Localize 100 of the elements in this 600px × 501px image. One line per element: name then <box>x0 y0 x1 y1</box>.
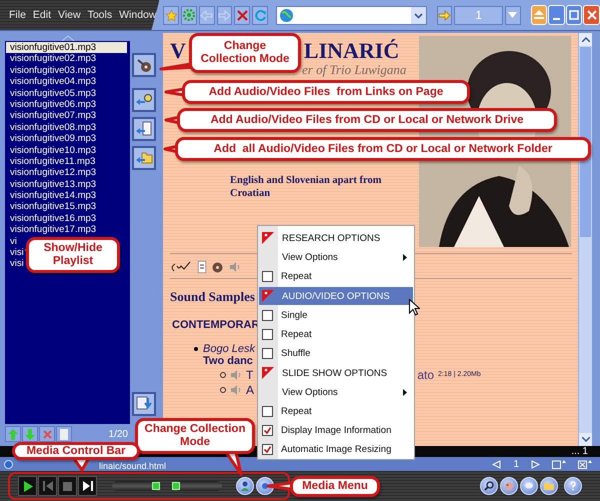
menu-item[interactable]: View <box>55 9 84 21</box>
playlist-item[interactable]: visionfugitive04.mp3 <box>6 76 127 88</box>
playlist-item[interactable]: visionfugitive16.mp3 <box>6 212 127 224</box>
checkbox[interactable] <box>262 348 273 358</box>
checkbox[interactable] <box>262 424 273 436</box>
menu-item[interactable]: Tools <box>84 9 116 21</box>
play-icon <box>22 480 32 492</box>
menu-checkbox-item[interactable]: Repeat <box>259 325 413 343</box>
menu-checkbox-item[interactable]: Display Image Information <box>259 421 413 439</box>
track-link[interactable]: T <box>246 368 254 382</box>
submenu-arrow-icon <box>403 254 407 260</box>
checkbox[interactable] <box>262 310 273 320</box>
playlist-item[interactable]: visionfugitive17.mp3 <box>6 224 127 236</box>
previous-icon[interactable] <box>492 460 502 468</box>
next-icon[interactable] <box>531 460 540 468</box>
media-menu-button[interactable] <box>256 477 274 495</box>
eject-icon <box>533 9 546 21</box>
scrollbar[interactable] <box>578 33 592 446</box>
submenu-item[interactable]: View Options <box>259 383 413 401</box>
favorites-button[interactable] <box>163 6 180 24</box>
checkbox[interactable] <box>262 406 273 416</box>
track-link[interactable]: ato <box>417 368 434 382</box>
back-arrow-icon <box>200 10 214 20</box>
menu-checkbox-item[interactable]: Automatic Image Resizing <box>259 440 413 458</box>
playlist-item[interactable]: visionfugitive05.mp3 <box>6 88 127 99</box>
skip-back-icon <box>42 481 52 491</box>
minimize-button[interactable] <box>548 5 565 25</box>
playlist-item[interactable]: visionfugitive08.mp3 <box>6 122 127 134</box>
menu-section-header[interactable]: AUDIO/VIDEO OPTIONS <box>259 287 413 305</box>
playlist-item[interactable]: visionfugitive02.mp3 <box>6 53 127 65</box>
slider-thumb[interactable] <box>152 482 160 490</box>
search-button[interactable] <box>480 477 498 495</box>
playlist-item[interactable]: visionfugitive07.mp3 <box>6 110 127 122</box>
disc-icon <box>212 262 223 272</box>
back-button[interactable] <box>198 6 215 24</box>
chat-button[interactable] <box>520 477 538 495</box>
slider[interactable] <box>112 481 160 491</box>
scroll-down-icon[interactable] <box>582 437 590 442</box>
arrow-up-icon <box>8 428 18 440</box>
checkbox[interactable] <box>262 328 273 340</box>
clear-button[interactable] <box>56 426 72 442</box>
page-title: LINARIĆ <box>304 38 400 64</box>
address-field[interactable] <box>276 6 427 24</box>
playlist-item[interactable]: visionfugitive03.mp3 <box>6 64 127 76</box>
status-url: linaic/sound.html <box>99 461 166 471</box>
playlist-item[interactable]: visionfugitive10.mp3 <box>6 144 127 156</box>
menu-section-header[interactable]: SLIDE SHOW OPTIONS <box>259 364 413 382</box>
playlist-item[interactable]: visionfugitive06.mp3 <box>6 98 127 110</box>
next-button[interactable] <box>78 476 97 496</box>
menu-item[interactable]: File <box>6 9 29 21</box>
playlist-item[interactable]: visionfugitive11.mp3 <box>6 156 127 168</box>
menu-checkbox-item[interactable]: Shuffle <box>259 344 413 362</box>
track-link[interactable]: A <box>246 382 254 396</box>
menu-checkbox-item[interactable]: Repeat <box>259 402 413 420</box>
help-button[interactable] <box>564 477 582 495</box>
composer-name: Bogo Lesk <box>203 343 255 355</box>
playlist-item[interactable]: visionfugitive13.mp3 <box>6 178 127 190</box>
window-icon[interactable] <box>552 459 566 469</box>
slider[interactable] <box>174 481 222 491</box>
folder-button[interactable] <box>540 477 558 495</box>
checkbox[interactable] <box>262 270 273 282</box>
play-button[interactable] <box>18 476 37 496</box>
menu-item[interactable]: Edit <box>30 9 54 21</box>
collection-mode-button[interactable] <box>132 53 156 77</box>
add-from-drive-button[interactable] <box>132 117 156 141</box>
page-dropdown-button[interactable] <box>505 6 521 24</box>
add-from-links-button[interactable] <box>132 88 156 112</box>
menu-checkbox-item[interactable]: Single <box>259 306 413 324</box>
checkbox[interactable] <box>262 444 273 454</box>
link-add-icon <box>135 92 153 108</box>
palette-button[interactable] <box>500 477 518 495</box>
forward-button[interactable] <box>216 6 232 24</box>
menu-section-header[interactable]: RESEARCH OPTIONS <box>259 229 413 247</box>
bullet-icon <box>220 372 226 378</box>
scroll-up-icon[interactable] <box>582 37 590 42</box>
slider-thumb[interactable] <box>172 482 180 490</box>
file-add-icon <box>135 121 153 137</box>
dropdown-icon[interactable] <box>410 6 426 24</box>
playlist-item[interactable]: visionfugitive01.mp3 <box>6 42 127 54</box>
submenu-item[interactable]: View Options <box>259 248 413 266</box>
menu-checkbox-item[interactable]: Repeat <box>259 267 413 285</box>
playlist-item[interactable]: visionfugitive15.mp3 <box>6 201 127 213</box>
forward-arrow-icon <box>218 10 232 20</box>
go-button[interactable] <box>436 6 452 24</box>
document-icon <box>198 261 206 273</box>
playlist-item[interactable]: visionfugitive12.mp3 <box>6 167 127 179</box>
minimize-icon <box>553 18 560 20</box>
add-from-folder-button[interactable] <box>132 146 156 170</box>
playlist-item[interactable]: visionfugitive14.mp3 <box>6 190 127 202</box>
close-icon <box>42 430 52 438</box>
flag-icon <box>262 290 274 302</box>
stop-button[interactable] <box>234 6 250 24</box>
fullscreen-icon[interactable] <box>578 459 592 469</box>
maximize-button[interactable] <box>566 5 582 25</box>
save-playlist-button[interactable] <box>132 392 156 416</box>
download-icon <box>135 396 153 412</box>
help-icon <box>568 481 578 491</box>
bullet-icon <box>194 347 198 351</box>
playlist-item[interactable]: visionfugitive09.mp3 <box>6 133 127 145</box>
close-button[interactable] <box>583 5 600 25</box>
